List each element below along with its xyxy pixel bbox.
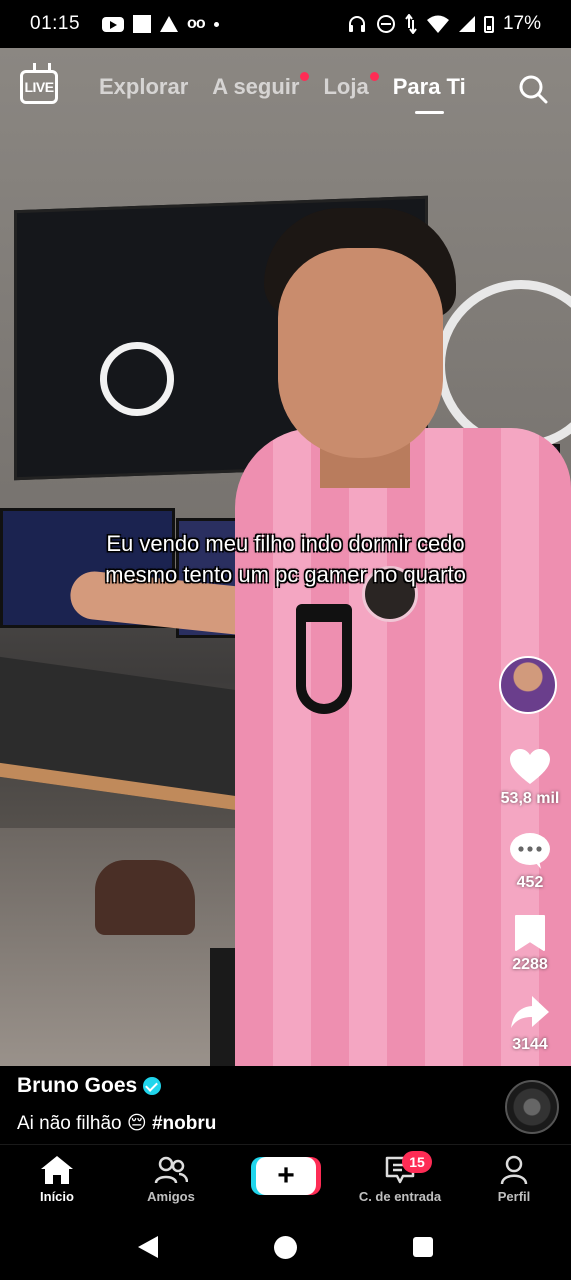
- share-count: 3144: [512, 1036, 548, 1053]
- home-circle-icon[interactable]: [274, 1236, 297, 1259]
- dnd-icon: [376, 15, 395, 33]
- bookmark-icon: [515, 915, 545, 951]
- save-button[interactable]: 2288: [490, 914, 570, 974]
- description-emoji: 😔: [126, 1113, 147, 1134]
- tab-label: A seguir: [212, 74, 300, 99]
- tab-label: Loja: [323, 74, 369, 99]
- status-right-icons: 17%: [347, 13, 541, 35]
- nav-label: C. de entrada: [358, 1189, 442, 1204]
- system-nav-bar: [0, 1220, 571, 1280]
- post-description[interactable]: Ai não filhão 😔 #nobru: [17, 1112, 216, 1135]
- shirt-crown-logo: [296, 604, 352, 714]
- video-scene-shoes: [95, 860, 195, 935]
- creator-avatar[interactable]: [499, 656, 557, 714]
- video-scene-face: [278, 248, 443, 458]
- create-post-button[interactable]: +: [256, 1157, 316, 1195]
- back-icon[interactable]: [138, 1236, 158, 1258]
- notification-dot: [300, 72, 310, 81]
- tab-explorar[interactable]: Explorar: [99, 74, 188, 100]
- comment-button[interactable]: 452: [490, 832, 570, 892]
- top-nav: LIVE Explorar A seguir Loja Para Ti: [0, 48, 571, 128]
- warning-icon: [160, 16, 179, 32]
- video-scene-ringlight: [100, 342, 174, 416]
- creator-name-row[interactable]: Bruno Goes: [17, 1074, 162, 1098]
- comment-icon: [510, 833, 550, 869]
- clock: 01:15: [30, 13, 81, 34]
- verified-badge-icon: [143, 1077, 162, 1095]
- feed-tabs: Explorar A seguir Loja Para Ti: [99, 72, 466, 114]
- tab-label: Para Ti: [392, 74, 466, 99]
- post-info: Bruno Goes Ai não filhão 😔 #nobru: [0, 1066, 571, 1144]
- nav-perfil[interactable]: Perfil: [459, 1155, 569, 1204]
- like-button[interactable]: 53,8 mil: [490, 748, 570, 808]
- tab-label: Explorar: [99, 74, 189, 99]
- dot-icon: [213, 21, 219, 27]
- wifi-icon: [426, 15, 449, 33]
- notification-square-icon: [133, 15, 152, 33]
- profile-icon: [500, 1155, 528, 1185]
- signal-icon: [458, 16, 475, 32]
- voicemail-icon: oo: [187, 15, 206, 32]
- nav-label: Amigos: [147, 1189, 195, 1204]
- description-text: Ai não filhão: [17, 1113, 122, 1134]
- search-icon[interactable]: [518, 74, 548, 104]
- share-button[interactable]: 3144: [490, 994, 570, 1054]
- tab-loja[interactable]: Loja: [323, 72, 379, 100]
- save-count: 2288: [512, 956, 548, 973]
- nav-label: Início: [40, 1189, 74, 1204]
- data-arrows-icon: [405, 14, 417, 34]
- nav-caixa-de-entrada[interactable]: C. de entrada: [345, 1155, 455, 1204]
- nav-inicio[interactable]: Início: [2, 1155, 112, 1204]
- tab-a-seguir[interactable]: A seguir: [212, 72, 310, 100]
- battery-percent: 17%: [502, 13, 541, 34]
- tab-para-ti[interactable]: Para Ti: [392, 74, 466, 114]
- like-count: 53,8 mil: [500, 790, 560, 807]
- notification-dot: [369, 72, 379, 81]
- live-button[interactable]: LIVE: [20, 70, 58, 104]
- status-bar: 01:15 oo 17%: [0, 0, 571, 48]
- video-caption: Eu vendo meu filho indo dormir cedo mesm…: [0, 528, 571, 590]
- caption-line: mesmo tento um pc gamer no quarto: [105, 562, 466, 587]
- creator-username[interactable]: Bruno Goes: [17, 1074, 137, 1098]
- battery-icon: [483, 15, 494, 33]
- status-left-icons: oo: [102, 15, 219, 33]
- comment-count: 452: [516, 874, 544, 891]
- recents-icon[interactable]: [413, 1237, 433, 1257]
- heart-icon: [510, 749, 550, 784]
- headset-icon: [348, 16, 365, 32]
- youtube-icon: [102, 16, 125, 32]
- bottom-nav: Início Amigos + C. de entrada 15 Perfil: [0, 1144, 571, 1220]
- inbox-badge: 15: [402, 1151, 432, 1173]
- share-arrow-icon: [511, 996, 549, 1028]
- nav-amigos[interactable]: Amigos: [116, 1155, 226, 1204]
- nav-label: Perfil: [497, 1189, 531, 1204]
- home-icon: [41, 1156, 73, 1184]
- hashtag-link[interactable]: #nobru: [152, 1113, 216, 1134]
- music-disc-icon[interactable]: [505, 1080, 559, 1134]
- friends-icon: [154, 1156, 188, 1184]
- caption-line: Eu vendo meu filho indo dormir cedo: [106, 531, 465, 556]
